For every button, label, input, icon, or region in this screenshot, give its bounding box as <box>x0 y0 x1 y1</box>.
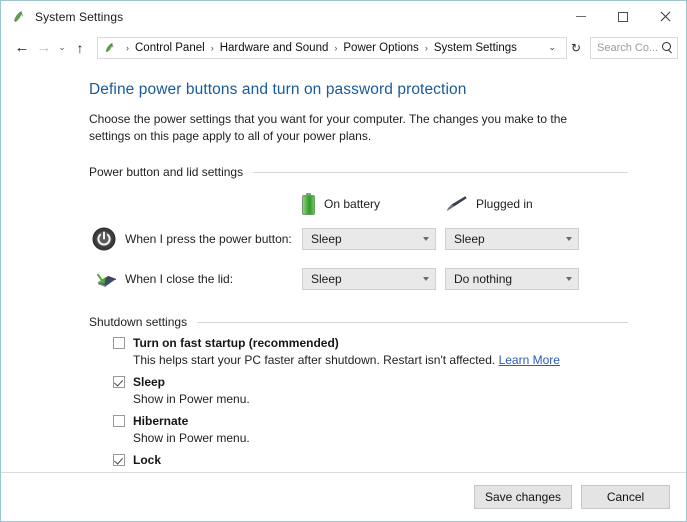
checkbox-row-sleep[interactable]: Sleep <box>89 375 628 389</box>
breadcrumb-item-hardware-and-sound[interactable]: Hardware and Sound <box>220 42 329 54</box>
dropdown-close-lid-on-battery[interactable]: Sleep <box>302 268 436 290</box>
power-settings-group-label: Power button and lid settings <box>89 165 244 179</box>
page-title: Define power buttons and turn on passwor… <box>89 81 467 98</box>
address-bar: ← → ⌄ ↑ › Control Panel › Hardware and S… <box>1 32 686 63</box>
minimize-icon <box>576 16 586 17</box>
column-header-on-battery: On battery <box>302 193 445 215</box>
setting-row-close-lid: When I close the lid: Sleep Do nothing <box>89 259 628 299</box>
dropdown-value-power-button-plugged-in: Sleep <box>454 232 485 246</box>
back-button[interactable]: ← <box>11 37 33 59</box>
breadcrumb-bar[interactable]: › Control Panel › Hardware and Sound › P… <box>97 36 567 59</box>
checkbox-row-fast-startup[interactable]: Turn on fast startup (recommended) <box>89 336 628 350</box>
shutdown-settings-group-label: Shutdown settings <box>89 315 188 329</box>
breadcrumb-item-control-panel[interactable]: Control Panel <box>135 42 205 54</box>
checkbox-label-sleep: Sleep <box>133 375 166 389</box>
search-icon[interactable] <box>661 41 673 54</box>
chevron-down-icon <box>566 237 572 241</box>
checkbox-label-lock: Lock <box>133 453 162 467</box>
setting-label-power-button: When I press the power button: <box>125 232 292 246</box>
maximize-button[interactable] <box>602 1 644 32</box>
checkbox-row-lock[interactable]: Lock <box>89 453 628 467</box>
dropdown-value-power-button-on-battery: Sleep <box>311 232 342 246</box>
dropdown-value-close-lid-plugged-in: Do nothing <box>454 272 513 286</box>
dropdown-power-button-on-battery[interactable]: Sleep <box>302 228 436 250</box>
maximize-icon <box>618 11 628 22</box>
checkbox-hibernate[interactable] <box>113 415 125 427</box>
shutdown-settings-section: Shutdown settings Turn on fast startup (… <box>89 315 628 472</box>
window-title: System Settings <box>35 9 124 24</box>
column-label-on-battery: On battery <box>324 197 381 211</box>
checkbox-label-fast-startup: Turn on fast startup (recommended) <box>133 336 339 350</box>
learn-more-link[interactable]: Learn More <box>499 353 560 367</box>
search-box[interactable] <box>590 36 678 59</box>
checkbox-row-hibernate[interactable]: Hibernate <box>89 414 628 428</box>
column-headers: On battery Plugged in <box>89 193 628 215</box>
content-area: Define power buttons and turn on passwor… <box>1 63 686 472</box>
title-bar: System Settings <box>1 1 686 32</box>
breadcrumb-separator-2: › <box>334 42 338 53</box>
close-button[interactable] <box>644 1 686 32</box>
breadcrumb-power-icon <box>103 41 117 55</box>
dropdown-power-button-plugged-in[interactable]: Sleep <box>445 228 579 250</box>
shutdown-settings-group-header: Shutdown settings <box>89 315 628 329</box>
search-input[interactable] <box>597 41 659 54</box>
breadcrumb-item-system-settings[interactable]: System Settings <box>434 42 517 54</box>
breadcrumb-separator-1: › <box>210 42 214 53</box>
forward-button: → <box>36 39 52 56</box>
minimize-button[interactable] <box>560 1 602 32</box>
breadcrumb-item-power-options[interactable]: Power Options <box>343 42 418 54</box>
power-settings-group-header: Power button and lid settings <box>89 165 628 179</box>
checkbox-description-lock: Show in account picture menu. <box>89 469 628 472</box>
breadcrumb-separator-3: › <box>424 42 428 53</box>
dropdown-value-close-lid-on-battery: Sleep <box>311 272 342 286</box>
checkbox-description-hibernate: Show in Power menu. <box>133 431 250 445</box>
column-header-plugged-in: Plugged in <box>445 193 588 215</box>
breadcrumb-separator-0: › <box>126 42 129 53</box>
column-label-plugged-in: Plugged in <box>476 197 533 211</box>
window-controls <box>560 1 686 32</box>
page-description: Choose the power settings that you want … <box>89 112 568 143</box>
save-changes-button[interactable]: Save changes <box>473 485 572 509</box>
group-divider <box>197 321 628 323</box>
chevron-down-icon <box>423 237 429 241</box>
footer-bar: Save changes Cancel <box>1 472 686 521</box>
checkbox-description-fast-startup: This helps start your PC faster after sh… <box>89 352 628 368</box>
checkbox-sleep[interactable] <box>113 376 125 388</box>
dropdown-close-lid-plugged-in[interactable]: Do nothing <box>445 268 579 290</box>
checkbox-description-sleep: Show in Power menu. <box>133 392 250 406</box>
content-inner: Define power buttons and turn on passwor… <box>1 81 686 472</box>
breadcrumb: › Control Panel › Hardware and Sound › P… <box>120 42 544 54</box>
power-options-icon <box>11 9 27 25</box>
laptop-lid-icon <box>89 264 119 294</box>
setting-row-power-button: When I press the power button: Sleep Sle… <box>89 219 628 259</box>
refresh-icon[interactable]: ↻ <box>567 41 585 55</box>
up-button[interactable]: ↑ <box>69 37 91 59</box>
checkbox-lock[interactable] <box>113 454 125 466</box>
checkbox-label-hibernate: Hibernate <box>133 414 189 428</box>
plug-icon <box>445 194 467 214</box>
power-button-icon <box>89 224 119 254</box>
checkbox-fast-startup[interactable] <box>113 337 125 349</box>
cancel-button[interactable]: Cancel <box>581 485 670 509</box>
fast-startup-description-text: This helps start your PC faster after sh… <box>133 353 496 367</box>
group-divider <box>253 171 628 173</box>
system-settings-window: System Settings ← → ⌄ ↑ › Control Panel … <box>0 0 687 522</box>
breadcrumb-dropdown-icon[interactable]: ⌄ <box>544 42 562 53</box>
chevron-down-icon <box>423 277 429 281</box>
chevron-down-icon <box>566 277 572 281</box>
battery-icon <box>302 193 315 215</box>
recent-locations-button[interactable]: ⌄ <box>55 37 69 59</box>
close-icon <box>659 11 671 23</box>
setting-label-close-lid: When I close the lid: <box>125 272 234 286</box>
